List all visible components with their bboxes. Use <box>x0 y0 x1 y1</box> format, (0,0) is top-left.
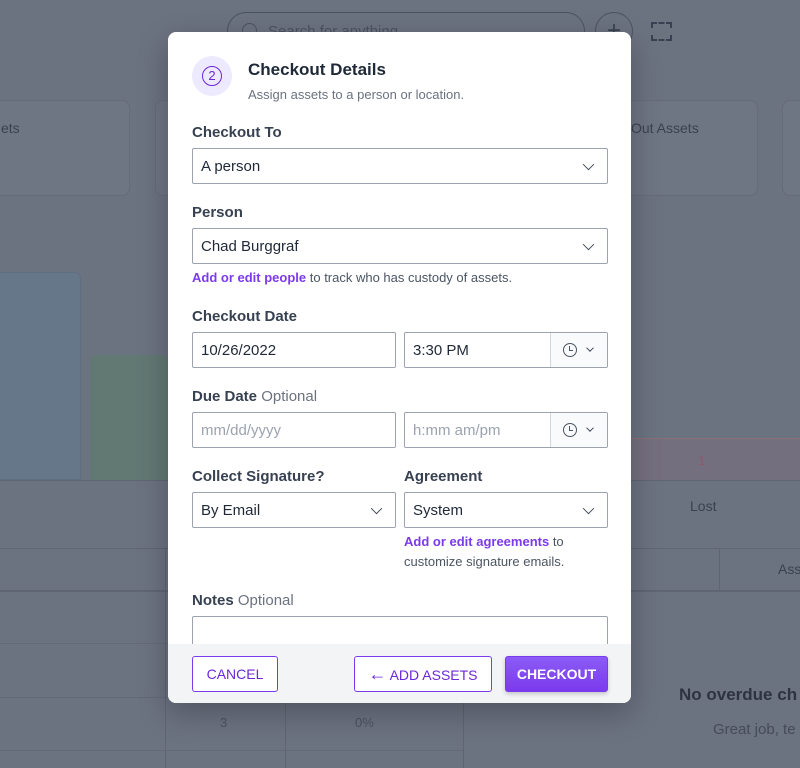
modal-subtitle: Assign assets to a person or location. <box>248 87 465 102</box>
modal-footer: CANCEL ← ADD ASSETS CHECKOUT <box>168 644 631 703</box>
add-assets-button[interactable]: ← ADD ASSETS <box>354 656 492 692</box>
arrow-left-icon: ← <box>368 664 387 684</box>
chart-value: 1 <box>698 453 706 468</box>
divider <box>0 750 463 751</box>
checkout-to-label: Checkout To <box>192 124 282 141</box>
chart-bar <box>0 272 81 480</box>
due-date-label: Due Date Optional <box>192 388 317 405</box>
notes-label: Notes Optional <box>192 592 294 609</box>
checkout-button[interactable]: CHECKOUT <box>505 656 608 692</box>
optional-tag: Optional <box>261 388 318 405</box>
checkout-to-value: A person <box>201 158 261 175</box>
stat-card: ets <box>0 100 130 196</box>
checkout-modal: 2 Checkout Details Assign assets to a pe… <box>168 32 631 703</box>
signature-value: By Email <box>201 502 261 519</box>
chevron-down-icon <box>582 158 595 171</box>
chevron-down-icon <box>586 424 594 432</box>
due-date-input[interactable]: mm/dd/yyyy <box>192 412 396 448</box>
clock-icon <box>563 343 577 357</box>
divider <box>165 548 166 768</box>
person-select[interactable]: Chad Burggraf <box>192 228 608 264</box>
checkout-to-select[interactable]: A person <box>192 148 608 184</box>
due-date-label-text: Due Date <box>192 388 258 405</box>
notes-label-text: Notes <box>192 592 234 609</box>
chevron-down-icon <box>586 344 594 352</box>
person-value: Chad Burggraf <box>201 238 299 255</box>
add-edit-agreements-link[interactable]: Add or edit agreements <box>404 534 549 549</box>
checkout-date-label: Checkout Date <box>192 308 298 325</box>
agreement-help: Add or edit agreements to customize sign… <box>404 532 604 572</box>
step-number: 2 <box>202 66 222 86</box>
agreement-label: Agreement <box>404 468 483 485</box>
person-help-text: to track who has custody of assets. <box>306 270 513 285</box>
agreement-select[interactable]: System <box>404 492 608 528</box>
signature-select[interactable]: By Email <box>192 492 396 528</box>
person-help: Add or edit people to track who has cust… <box>192 268 512 288</box>
chevron-down-icon <box>582 238 595 251</box>
chevron-down-icon <box>582 502 595 515</box>
step-badge: 2 <box>192 56 232 96</box>
divider <box>719 548 720 590</box>
table-cell: 3 <box>220 715 228 730</box>
due-time-input[interactable]: h:mm am/pm <box>404 412 608 448</box>
time-picker-button[interactable] <box>550 413 607 447</box>
table-cell: 0% <box>355 715 374 730</box>
person-label: Person <box>192 204 243 221</box>
cancel-button[interactable]: CANCEL <box>192 656 278 692</box>
add-edit-people-link[interactable]: Add or edit people <box>192 270 306 285</box>
checkout-date-input[interactable]: 10/26/2022 <box>192 332 396 368</box>
empty-state-title: No overdue ch <box>679 685 798 704</box>
stat-card-title: Out Assets <box>631 120 699 136</box>
empty-state-subtitle: Great job, te <box>713 721 796 738</box>
checkout-time-input[interactable]: 3:30 PM <box>404 332 608 368</box>
time-picker-button[interactable] <box>550 333 607 367</box>
add-assets-label: ADD ASSETS <box>389 667 478 683</box>
due-time-placeholder: h:mm am/pm <box>413 422 501 439</box>
signature-label: Collect Signature? <box>192 468 325 485</box>
modal-title: Checkout Details <box>248 60 386 79</box>
agreement-value: System <box>413 502 464 519</box>
chart-bar <box>90 355 168 480</box>
chevron-down-icon <box>370 502 383 515</box>
stat-card <box>782 100 800 196</box>
stat-card-title: ets <box>1 120 20 136</box>
clock-icon <box>563 423 577 437</box>
checkout-time-value: 3:30 PM <box>413 342 469 359</box>
optional-tag: Optional <box>237 592 294 609</box>
column-header: Ass <box>778 561 800 577</box>
barcode-scan-icon[interactable] <box>651 22 672 41</box>
lost-label: Lost <box>690 498 717 514</box>
